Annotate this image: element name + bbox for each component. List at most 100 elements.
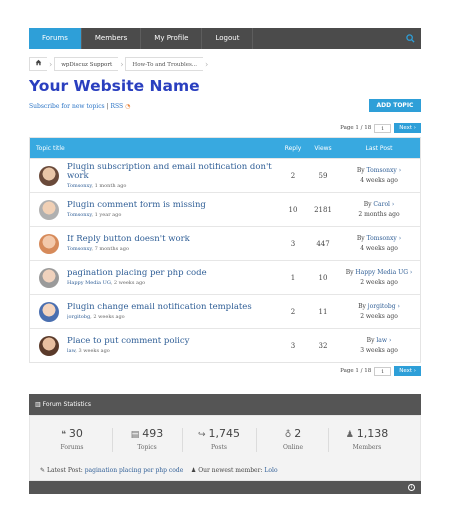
topic-age: , 2 weeks ago bbox=[90, 314, 125, 320]
pager-top: Page 1 / 18 1 Next › bbox=[340, 123, 421, 133]
last-post-user[interactable]: Tomsonxy bbox=[367, 235, 397, 242]
views-count: 32 bbox=[318, 341, 328, 350]
forum-statistics: ❝ 30 Forums ▤ 493 Topics ↪ 1,745 Posts ♁ 2 O… bbox=[29, 415, 421, 481]
chart-icon: ▥ bbox=[35, 401, 41, 408]
add-topic-button[interactable]: ADD TOPIC bbox=[369, 99, 421, 112]
topic-link[interactable]: Plugin change email notification templat… bbox=[67, 303, 278, 312]
last-post-time: 2 weeks ago bbox=[360, 278, 398, 286]
divider bbox=[328, 428, 329, 452]
chevron-right-icon: › bbox=[120, 59, 124, 69]
views-count: 10 bbox=[318, 273, 328, 282]
topic-age: , 1 year ago bbox=[91, 212, 122, 218]
author-link[interactable]: Tomsonxy bbox=[67, 183, 91, 189]
breadcrumb-forum[interactable]: wpDiscuz Support bbox=[54, 57, 119, 71]
table-row: Plugin comment form is missing Tomsonxy,… bbox=[30, 192, 420, 226]
divider bbox=[256, 428, 257, 452]
reply-count: 1 bbox=[290, 273, 296, 282]
rss-link[interactable]: RSS bbox=[111, 103, 124, 110]
avatar[interactable] bbox=[39, 233, 59, 254]
footer-bar: i bbox=[29, 481, 421, 494]
last-post-time: 3 weeks ago bbox=[360, 346, 398, 354]
last-post-time: 4 weeks ago bbox=[360, 244, 398, 252]
site-title: Your Website Name bbox=[29, 77, 200, 95]
users-icon: ♟ bbox=[190, 467, 197, 474]
last-post: By law › 3 weeks ago bbox=[338, 336, 420, 356]
avatar[interactable] bbox=[39, 335, 59, 356]
topic-link[interactable]: Place to put comment policy bbox=[67, 337, 278, 346]
last-post: By Tomsonxy › 4 weeks ago bbox=[338, 166, 420, 186]
table-row: pagination placing per php code Happy Me… bbox=[30, 260, 420, 294]
next-page-button[interactable]: Next › bbox=[394, 123, 421, 133]
last-post: By Carol › 2 months ago bbox=[338, 200, 420, 220]
topic-age: , 2 weeks ago bbox=[110, 280, 146, 286]
stat-online: ♁ 2 Online bbox=[282, 427, 304, 451]
topic-age: , 3 weeks ago bbox=[75, 348, 110, 354]
lightbulb-icon: ♁ bbox=[284, 430, 292, 440]
home-icon[interactable] bbox=[29, 57, 47, 71]
avatar[interactable] bbox=[39, 267, 59, 288]
table-row: Plugin subscription and email notificati… bbox=[30, 158, 420, 192]
page-input[interactable]: 1 bbox=[374, 366, 392, 376]
last-post-user[interactable]: Happy Media UG bbox=[355, 269, 408, 276]
next-page-button[interactable]: Next › bbox=[394, 366, 421, 376]
header-topic-title: Topic title bbox=[36, 144, 65, 152]
chevron-right-icon: › bbox=[205, 59, 209, 69]
latest-post-label: Latest Post: bbox=[46, 467, 83, 474]
author-link[interactable]: Tomsonxy bbox=[67, 212, 91, 218]
stat-forums: ❝ 30 Forums bbox=[60, 427, 84, 451]
topic-link[interactable]: If Reply button doesn't work bbox=[67, 235, 278, 244]
forum-statistics-header: ▥ Forum Statistics bbox=[29, 394, 421, 415]
reply-count: 3 bbox=[290, 239, 296, 248]
info-icon[interactable]: i bbox=[408, 484, 415, 491]
comments-icon: ❝ bbox=[61, 430, 66, 440]
topics-table: Topic title Reply Views Last Post Plugin… bbox=[29, 137, 421, 363]
views-count: 59 bbox=[318, 171, 328, 180]
author-link[interactable]: Happy Media UG bbox=[67, 280, 111, 286]
author-link[interactable]: jorgitobg bbox=[67, 314, 90, 320]
nav-forums[interactable]: Forums bbox=[29, 28, 82, 49]
latest-info: ✎ Latest Post: pagination placing per ph… bbox=[40, 467, 278, 474]
newest-member-label: Our newest member: bbox=[198, 467, 263, 474]
topic-age: , 1 month ago bbox=[91, 182, 127, 189]
views-count: 447 bbox=[316, 239, 330, 248]
reply-count: 3 bbox=[290, 341, 296, 350]
newest-member-link[interactable]: Lolo bbox=[264, 467, 277, 474]
views-count: 11 bbox=[318, 307, 328, 316]
page-indicator: Page 1 / 18 bbox=[340, 125, 372, 131]
reply-count: 2 bbox=[290, 171, 296, 180]
nav-logout[interactable]: Logout bbox=[202, 28, 254, 49]
avatar[interactable] bbox=[39, 199, 59, 220]
topic-age: , 7 months ago bbox=[91, 246, 129, 252]
user-icon: ♟ bbox=[345, 430, 354, 440]
pencil-icon: ✎ bbox=[40, 467, 46, 474]
header-views: Views bbox=[314, 144, 332, 152]
author-link[interactable]: Tomsonxy bbox=[67, 246, 91, 252]
last-post-user[interactable]: law bbox=[376, 337, 387, 344]
breadcrumb-current[interactable]: How-To and Troubles... bbox=[125, 57, 204, 71]
divider bbox=[112, 428, 113, 452]
subscribe-line: Subscribe for new topics | RSS ◔ bbox=[29, 103, 130, 110]
chevron-right-icon: › bbox=[49, 59, 53, 69]
nav-members[interactable]: Members bbox=[82, 28, 142, 49]
latest-post-link[interactable]: pagination placing per php code bbox=[85, 467, 184, 474]
topic-link[interactable]: Plugin subscription and email notificati… bbox=[67, 163, 278, 181]
topic-link[interactable]: pagination placing per php code bbox=[67, 269, 278, 278]
avatar[interactable] bbox=[39, 301, 59, 322]
last-post: By Happy Media UG › 2 weeks ago bbox=[338, 268, 420, 288]
page-input[interactable]: 1 bbox=[374, 123, 392, 133]
reply-icon: ↪ bbox=[197, 430, 206, 440]
nav-my-profile[interactable]: My Profile bbox=[141, 28, 203, 49]
topic-link[interactable]: Plugin comment form is missing bbox=[67, 201, 278, 210]
avatar[interactable] bbox=[39, 165, 59, 186]
rss-icon[interactable]: ◔ bbox=[125, 103, 130, 110]
last-post-user[interactable]: jorgitobg bbox=[368, 303, 396, 310]
last-post-time: 2 weeks ago bbox=[360, 312, 398, 320]
breadcrumb: › wpDiscuz Support › How-To and Troubles… bbox=[29, 57, 210, 71]
last-post: By Tomsonxy › 4 weeks ago bbox=[338, 234, 420, 254]
search-icon[interactable] bbox=[399, 28, 421, 49]
last-post-user[interactable]: Tomsonxy bbox=[367, 167, 397, 174]
last-post-user[interactable]: Carol bbox=[373, 201, 390, 208]
views-count: 2181 bbox=[314, 205, 332, 214]
subscribe-link[interactable]: Subscribe for new topics bbox=[29, 103, 105, 110]
last-post-time: 2 months ago bbox=[358, 210, 400, 218]
